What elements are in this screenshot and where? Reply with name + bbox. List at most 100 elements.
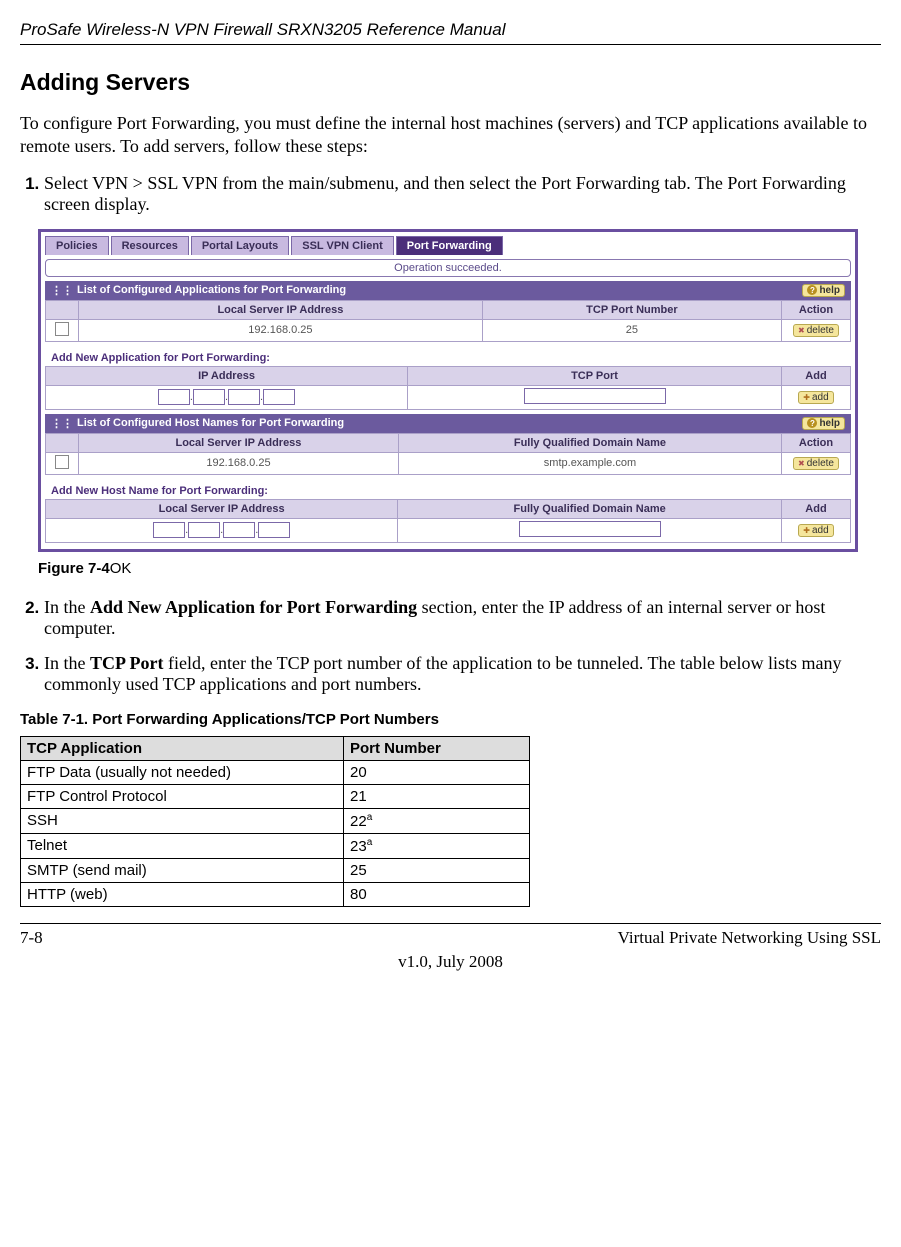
port-numbers-table: TCP Application Port Number FTP Data (us… [20, 736, 530, 907]
row-ip: 192.168.0.25 [79, 452, 399, 474]
row-checkbox[interactable] [55, 322, 69, 336]
step-3: In the TCP Port field, enter the TCP por… [44, 653, 881, 695]
figure-caption: Figure 7-4OK [38, 560, 881, 577]
col-tcp-port: TCP Port [408, 366, 782, 385]
cell-port: 25 [344, 858, 530, 882]
row-port: 25 [482, 319, 781, 341]
table-row: Telnet23a [21, 833, 530, 858]
cell-port: 21 [344, 784, 530, 808]
port-forwarding-screenshot: Policies Resources Portal Layouts SSL VP… [38, 229, 858, 552]
section-heading: Adding Servers [20, 69, 881, 96]
ip-octet-2[interactable] [193, 389, 225, 405]
footer-left: 7-8 [20, 928, 43, 948]
cell-app: Telnet [21, 833, 344, 858]
tab-portal-layouts[interactable]: Portal Layouts [191, 236, 289, 255]
table-row: 192.168.0.25 25 delete [46, 319, 851, 341]
doc-title: ProSafe Wireless-N VPN Firewall SRXN3205… [20, 20, 881, 45]
ip-octet-2[interactable] [188, 522, 220, 538]
col-ip-address: IP Address [46, 366, 408, 385]
fqdn-input[interactable] [519, 521, 661, 537]
ip-octet-1[interactable] [153, 522, 185, 538]
table-row: SMTP (send mail)25 [21, 858, 530, 882]
ip-octet-3[interactable] [223, 522, 255, 538]
ip-octet-4[interactable] [263, 389, 295, 405]
th-app: TCP Application [21, 736, 344, 760]
fqdn-input-cell [398, 518, 782, 542]
tab-resources[interactable]: Resources [111, 236, 189, 255]
table-row: SSH22a [21, 808, 530, 833]
configured-hosts-table: Local Server IP Address Fully Qualified … [45, 433, 851, 475]
col-local-ip: Local Server IP Address [79, 433, 399, 452]
tab-port-forwarding[interactable]: Port Forwarding [396, 236, 503, 255]
col-checkbox [46, 300, 79, 319]
add-host-table: Local Server IP Address Fully Qualified … [45, 499, 851, 543]
delete-button[interactable]: delete [793, 457, 839, 470]
table-row: FTP Data (usually not needed)20 [21, 760, 530, 784]
ip-input-cell: ... [46, 518, 398, 542]
table-title: Table 7-1. Port Forwarding Applications/… [20, 711, 881, 728]
panel-configured-hosts: ⋮⋮ List of Configured Host Names for Por… [45, 414, 851, 433]
table-row: 192.168.0.25 smtp.example.com delete [46, 452, 851, 474]
col-fqdn: Fully Qualified Domain Name [398, 499, 782, 518]
col-local-ip: Local Server IP Address [46, 499, 398, 518]
cell-app: SMTP (send mail) [21, 858, 344, 882]
footer-center: v1.0, July 2008 [20, 952, 881, 972]
tab-ssl-vpn-client[interactable]: SSL VPN Client [291, 236, 393, 255]
step-3-text: In the TCP Port field, enter the TCP por… [44, 653, 842, 694]
grip-icon: ⋮⋮ [51, 284, 73, 297]
tcp-port-input[interactable] [524, 388, 666, 404]
cell-port: 22a [344, 808, 530, 833]
ip-octet-4[interactable] [258, 522, 290, 538]
table-row: HTTP (web)80 [21, 882, 530, 906]
panel-add-host: Add New Host Name for Port Forwarding: [45, 479, 851, 499]
row-fqdn: smtp.example.com [398, 452, 781, 474]
cell-app: SSH [21, 808, 344, 833]
page-footer: 7-8 Virtual Private Networking Using SSL [20, 923, 881, 948]
panel-title: List of Configured Applications for Port… [73, 284, 802, 296]
col-tcp-port: TCP Port Number [482, 300, 781, 319]
add-cell: add [782, 518, 851, 542]
ip-octet-1[interactable] [158, 389, 190, 405]
panel-title: List of Configured Host Names for Port F… [73, 417, 802, 429]
ip-octet-3[interactable] [228, 389, 260, 405]
col-add: Add [782, 366, 851, 385]
add-button[interactable]: add [798, 524, 833, 537]
panel-add-app: Add New Application for Port Forwarding: [45, 346, 851, 366]
cell-app: FTP Data (usually not needed) [21, 760, 344, 784]
step-1-text: Select VPN > SSL VPN from the main/subme… [44, 173, 846, 214]
configured-apps-table: Local Server IP Address TCP Port Number … [45, 300, 851, 342]
col-local-ip: Local Server IP Address [79, 300, 483, 319]
delete-button[interactable]: delete [793, 324, 839, 337]
tab-bar: Policies Resources Portal Layouts SSL VP… [41, 232, 855, 255]
step-2: In the Add New Application for Port Forw… [44, 597, 881, 639]
help-button[interactable]: help [802, 284, 845, 297]
step-2-text: In the Add New Application for Port Forw… [44, 597, 825, 638]
panel-configured-apps: ⋮⋮ List of Configured Applications for P… [45, 281, 851, 300]
row-action: delete [782, 319, 851, 341]
add-cell: add [782, 385, 851, 409]
col-action: Action [782, 300, 851, 319]
add-app-table: IP Address TCP Port Add ... add [45, 366, 851, 410]
row-ip: 192.168.0.25 [79, 319, 483, 341]
step-1: Select VPN > SSL VPN from the main/subme… [44, 173, 881, 215]
cell-port: 20 [344, 760, 530, 784]
grip-icon: ⋮⋮ [51, 417, 73, 430]
col-fqdn: Fully Qualified Domain Name [398, 433, 781, 452]
figcap-suffix: OK [110, 560, 132, 577]
row-checkbox[interactable] [55, 455, 69, 469]
row-checkbox-cell [46, 452, 79, 474]
tab-policies[interactable]: Policies [45, 236, 109, 255]
col-action: Action [782, 433, 851, 452]
help-button[interactable]: help [802, 417, 845, 430]
col-add: Add [782, 499, 851, 518]
cell-port: 80 [344, 882, 530, 906]
table-row: FTP Control Protocol21 [21, 784, 530, 808]
table-row: ... add [46, 385, 851, 409]
row-action: delete [782, 452, 851, 474]
col-checkbox [46, 433, 79, 452]
figcap-label: Figure 7-4 [38, 560, 110, 577]
add-button[interactable]: add [798, 391, 833, 404]
intro-paragraph: To configure Port Forwarding, you must d… [20, 112, 881, 159]
ip-input-cell: ... [46, 385, 408, 409]
table-row: ... add [46, 518, 851, 542]
